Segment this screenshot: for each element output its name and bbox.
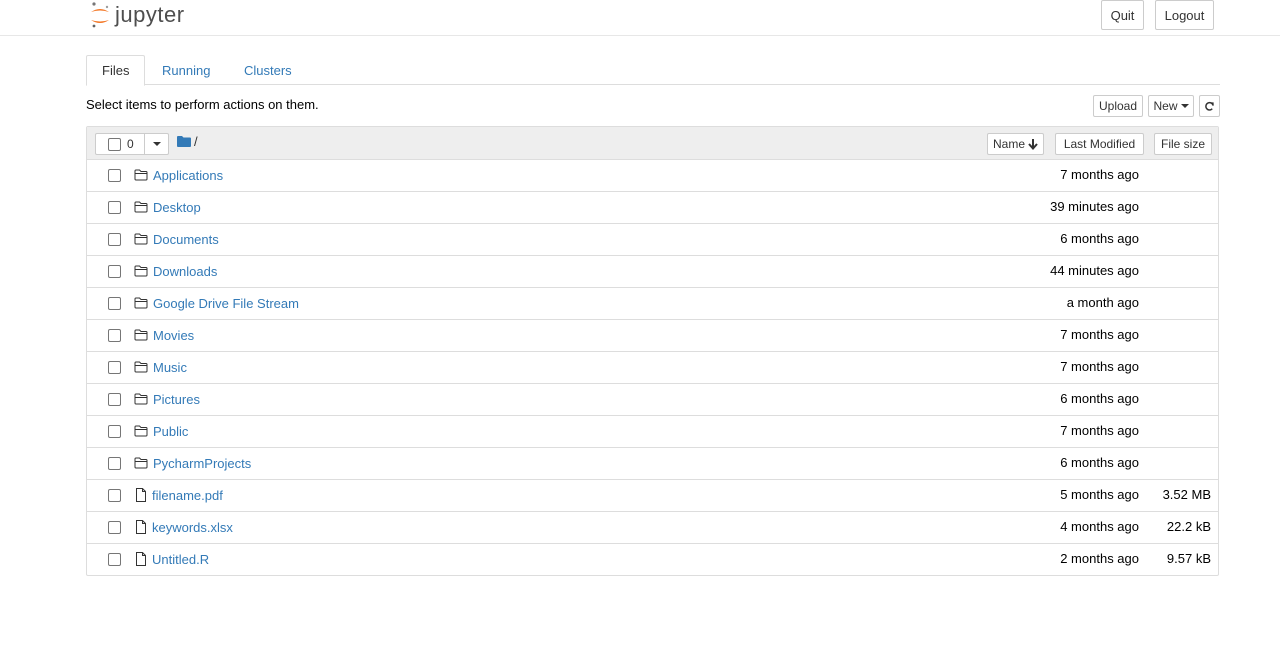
item-file-size: 9.57 kB	[1166, 551, 1211, 566]
folder-icon	[134, 200, 148, 214]
row-checkbox[interactable]	[108, 489, 121, 502]
item-file-size: 22.2 kB	[1166, 519, 1211, 534]
row-checkbox[interactable]	[108, 457, 121, 470]
item-name-link[interactable]: Desktop	[153, 200, 201, 215]
file-list-row[interactable]: Movies 7 months ago	[87, 320, 1218, 352]
logo-text: jupyter	[115, 2, 185, 27]
item-last-modified: 7 months ago	[1060, 327, 1139, 342]
tab-bar: Files Running Clusters	[86, 55, 1220, 86]
sort-by-size-button[interactable]: File size	[1154, 133, 1212, 155]
instructions-text: Select items to perform actions on them.	[86, 97, 319, 112]
sort-name-label: Name	[992, 137, 1025, 151]
file-list-row[interactable]: Music 7 months ago	[87, 352, 1218, 384]
new-button-label: New	[1153, 99, 1178, 113]
row-checkbox[interactable]	[108, 425, 121, 438]
folder-icon	[134, 296, 148, 310]
folder-solid-icon	[177, 136, 191, 147]
item-last-modified: 4 months ago	[1060, 519, 1139, 534]
row-checkbox[interactable]	[108, 361, 121, 374]
item-name-link[interactable]: Google Drive File Stream	[153, 296, 299, 311]
folder-icon	[134, 168, 148, 182]
item-last-modified: 44 minutes ago	[1050, 263, 1139, 278]
file-icon	[134, 552, 148, 566]
row-checkbox[interactable]	[108, 265, 121, 278]
item-name-link[interactable]: Documents	[153, 232, 219, 247]
row-checkbox[interactable]	[108, 553, 121, 566]
item-name-link[interactable]: PycharmProjects	[153, 456, 251, 471]
item-name-link[interactable]: Public	[153, 424, 188, 439]
file-icon	[134, 488, 148, 502]
folder-icon	[134, 328, 148, 342]
item-name-link[interactable]: Applications	[153, 168, 223, 183]
item-last-modified: 2 months ago	[1060, 551, 1139, 566]
logout-button[interactable]: Logout	[1155, 0, 1214, 30]
file-list-row[interactable]: Google Drive File Stream a month ago	[87, 288, 1218, 320]
item-last-modified: 6 months ago	[1060, 455, 1139, 470]
caret-down-icon	[1180, 104, 1189, 108]
item-name-link[interactable]: keywords.xlsx	[152, 520, 233, 535]
tab-running[interactable]: Running	[147, 55, 225, 85]
item-last-modified: 7 months ago	[1060, 423, 1139, 438]
item-last-modified: 7 months ago	[1060, 167, 1139, 182]
file-list-header: 0 / Name Last Modified File size	[87, 127, 1218, 160]
file-list-row[interactable]: Downloads 44 minutes ago	[87, 256, 1218, 288]
caret-down-icon	[153, 142, 161, 146]
arrow-down-icon	[1028, 138, 1038, 150]
folder-icon	[134, 264, 148, 278]
file-list: 0 / Name Last Modified File size Applica…	[86, 126, 1219, 576]
file-list-row[interactable]: Untitled.R 2 months ago 9.57 kB	[87, 544, 1218, 575]
item-name-link[interactable]: Pictures	[153, 392, 200, 407]
breadcrumb-root[interactable]: /	[194, 134, 198, 149]
folder-icon	[134, 392, 148, 406]
file-list-row[interactable]: PycharmProjects 6 months ago	[87, 448, 1218, 480]
item-last-modified: a month ago	[1066, 295, 1139, 310]
row-checkbox[interactable]	[108, 521, 121, 534]
item-last-modified: 5 months ago	[1060, 487, 1139, 502]
row-checkbox[interactable]	[108, 297, 121, 310]
folder-icon	[134, 456, 148, 470]
folder-icon	[134, 232, 148, 246]
refresh-button[interactable]	[1199, 95, 1220, 117]
select-all-checkbox[interactable]	[108, 138, 121, 151]
jupyter-logo[interactable]: jupyter	[89, 0, 185, 30]
folder-icon	[134, 424, 148, 438]
item-last-modified: 6 months ago	[1060, 391, 1139, 406]
file-icon	[134, 520, 148, 534]
item-name-link[interactable]: Untitled.R	[152, 552, 209, 567]
row-checkbox[interactable]	[108, 169, 121, 182]
selected-count: 0	[127, 137, 134, 151]
item-name-link[interactable]: Downloads	[153, 264, 217, 279]
file-list-row[interactable]: Public 7 months ago	[87, 416, 1218, 448]
file-list-row[interactable]: Pictures 6 months ago	[87, 384, 1218, 416]
file-list-row[interactable]: Applications 7 months ago	[87, 160, 1218, 192]
item-name-link[interactable]: Movies	[153, 328, 194, 343]
new-button[interactable]: New	[1148, 95, 1194, 117]
upload-button[interactable]: Upload	[1093, 95, 1143, 117]
row-checkbox[interactable]	[108, 233, 121, 246]
file-list-row[interactable]: Desktop 39 minutes ago	[87, 192, 1218, 224]
header-bar: jupyter Quit Logout	[0, 0, 1280, 36]
select-dropdown-button[interactable]	[144, 133, 169, 155]
file-list-row[interactable]: filename.pdf 5 months ago 3.52 MB	[87, 480, 1218, 512]
row-checkbox[interactable]	[108, 393, 121, 406]
tab-clusters[interactable]: Clusters	[229, 55, 307, 85]
sort-by-modified-button[interactable]: Last Modified	[1055, 133, 1144, 155]
sort-by-name-button[interactable]: Name	[987, 133, 1044, 155]
tab-files[interactable]: Files	[86, 55, 146, 86]
file-list-row[interactable]: Documents 6 months ago	[87, 224, 1218, 256]
select-all-control[interactable]: 0	[95, 133, 169, 155]
row-checkbox[interactable]	[108, 329, 121, 342]
folder-icon	[134, 360, 148, 374]
row-checkbox[interactable]	[108, 201, 121, 214]
quit-button[interactable]: Quit	[1101, 0, 1144, 30]
item-last-modified: 6 months ago	[1060, 231, 1139, 246]
item-last-modified: 39 minutes ago	[1050, 199, 1139, 214]
item-last-modified: 7 months ago	[1060, 359, 1139, 374]
item-name-link[interactable]: Music	[153, 360, 187, 375]
file-list-row[interactable]: keywords.xlsx 4 months ago 22.2 kB	[87, 512, 1218, 544]
item-file-size: 3.52 MB	[1162, 487, 1211, 502]
item-name-link[interactable]: filename.pdf	[152, 488, 223, 503]
refresh-icon	[1205, 101, 1214, 111]
jupyter-logo-icon	[91, 2, 109, 28]
